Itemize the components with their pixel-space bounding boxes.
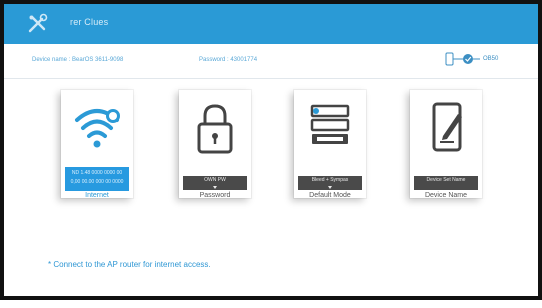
set-device-name-button[interactable]: Device Set Name [414,176,478,190]
app-frame: rer Clues Device name : BearOS 3611-9098… [0,0,542,300]
chevron-down-icon [213,186,217,189]
set-password-label: OWN PW [204,177,226,183]
set-password-button[interactable]: OWN PW [183,176,247,190]
phone-connection-icon [445,52,480,66]
card-caption-password: Password [199,192,231,199]
device-name-label: Device name : BearOS 3611-9098 [32,57,124,63]
edit-device-icon [432,102,462,152]
wifi-icon [75,109,120,148]
tools-logo-icon [28,13,48,33]
chevron-down-icon [328,186,332,189]
card-device-name[interactable]: Device Set Name [410,90,482,198]
card-password[interactable]: OWN PW [179,90,251,198]
internet-access-notice: * Connect to the AP router for internet … [48,260,211,269]
card-caption-default-mode: Default Mode [309,192,351,199]
top-bar: rer Clues [4,4,538,44]
card-internet[interactable]: ND 1.48 0000 0000 00 0,00 00.00 000 00 0… [61,90,133,198]
feature-cards: ND 1.48 0000 0000 00 0,00 00.00 000 00 0… [4,78,538,218]
connection-status[interactable]: OB50 [444,50,514,70]
internet-info-line2: 0,00 00.00 000 00 0000 [70,179,124,185]
card-default-mode[interactable]: Bleed + Sympas [294,90,366,198]
lock-icon [197,104,233,154]
card-caption-internet: Internet [85,192,109,199]
set-device-name-label: Device Set Name [426,177,466,183]
app-title: rer Clues [70,17,109,27]
card-caption-device-name: Device Name [424,192,467,199]
default-mode-select[interactable]: Bleed + Sympas [298,176,362,190]
internet-info-line1: ND 1.48 0000 0000 00 [71,170,123,176]
default-mode-label: Bleed + Sympas [311,177,349,183]
password-label: Password : 43001774 [199,57,258,63]
status-text: OB50 [483,56,499,62]
info-bar: Device name : BearOS 3611-9098 Password … [4,44,538,79]
modes-icon [310,104,350,144]
internet-info-button[interactable]: ND 1.48 0000 0000 00 0,00 00.00 000 00 0… [65,167,129,191]
